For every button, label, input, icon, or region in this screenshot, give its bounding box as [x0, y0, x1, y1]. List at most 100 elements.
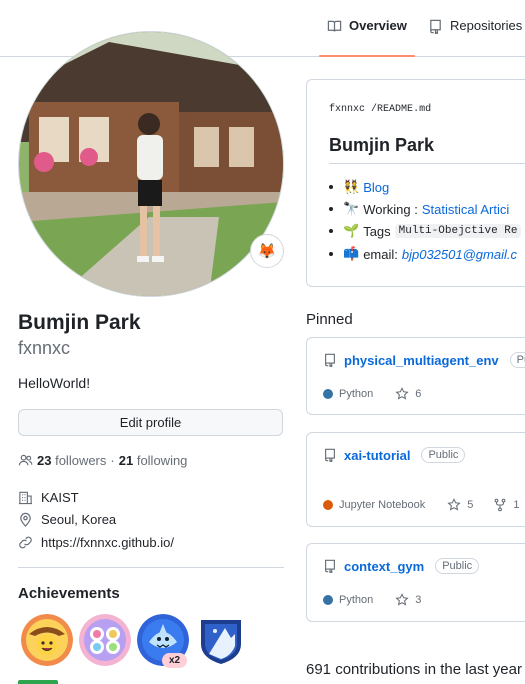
readme-item-working: 🔭 Working : Statistical Artici	[329, 201, 509, 217]
repo-name-row: physical_multiagent_env Pub	[323, 352, 525, 368]
profile-bio: HelloWorld!	[18, 375, 91, 391]
location-icon	[20, 512, 31, 527]
following-link[interactable]: 21 following	[119, 453, 188, 468]
repo-icon	[430, 19, 441, 34]
divider	[18, 567, 284, 568]
achievements-title: Achievements	[18, 585, 120, 602]
pinned-repo-card: xai-tutorial Public Jupyter Notebook 5 1	[306, 432, 525, 527]
organization-name: KAIST	[41, 490, 79, 505]
repo-stars[interactable]: 6	[415, 388, 421, 400]
book-icon	[327, 20, 342, 32]
profile-full-name: Bumjin Park	[18, 311, 141, 334]
readme-path-ext: .md	[413, 104, 432, 115]
language-color-dot	[323, 500, 333, 510]
email-link[interactable]: bjp032501@gmail.c	[402, 247, 517, 262]
star-icon	[447, 498, 461, 511]
followers-link[interactable]: 23 followers	[37, 453, 106, 468]
repo-meta: Python 6	[323, 387, 421, 401]
repo-icon	[325, 559, 335, 573]
telescope-icon: 🔭	[343, 201, 360, 216]
cowboy-badge-icon	[21, 614, 73, 666]
follow-separator: ·	[110, 453, 115, 468]
readme-item-blog: 👯 Blog	[329, 179, 389, 195]
readme-path[interactable]: fxnnxc /README.md	[329, 104, 431, 115]
repo-icon	[325, 353, 335, 367]
bullet	[329, 185, 333, 189]
arctic-vault-icon	[201, 620, 241, 664]
pinned-title: Pinned	[306, 311, 353, 328]
visibility-badge: Public	[421, 447, 466, 463]
readme-card: fxnnxc /README.md Bumjin Park 👯 Blog 🔭 W…	[306, 79, 525, 287]
star-icon	[395, 593, 409, 606]
avatar[interactable]	[18, 31, 284, 297]
tags-code: Multi-Obejctive Re	[394, 224, 522, 238]
bottom-indicator	[18, 680, 58, 684]
repo-name-link[interactable]: physical_multiagent_env	[344, 353, 499, 368]
link-icon	[19, 536, 32, 549]
location-row: Seoul, Korea	[18, 512, 116, 527]
tab-repositories[interactable]: Repositories	[428, 18, 522, 56]
people-icon	[18, 454, 33, 466]
repo-stars[interactable]: 3	[415, 594, 421, 606]
tab-overview[interactable]: Overview	[319, 18, 415, 57]
repo-meta: Jupyter Notebook 5 1	[323, 498, 519, 512]
organization-icon	[18, 491, 33, 505]
readme-path-file: README	[377, 104, 414, 115]
repo-icon	[325, 448, 335, 462]
readme-path-user: fxnnxc	[329, 104, 366, 115]
organization-row: KAIST	[18, 490, 79, 505]
yolo-badge[interactable]	[79, 614, 131, 666]
fox-icon: 🦊	[257, 243, 277, 260]
arctic-badge[interactable]	[195, 614, 247, 666]
following-label: following	[136, 453, 188, 468]
working-prefix: Working :	[363, 201, 418, 217]
website-link[interactable]: https://fxnnxc.github.io/	[41, 535, 174, 550]
visibility-badge: Public	[435, 558, 480, 574]
repo-name-row: context_gym Public	[323, 558, 480, 574]
tags-prefix: Tags	[363, 223, 391, 239]
email-prefix: email:	[363, 246, 398, 262]
language-color-dot	[323, 389, 333, 399]
pinned-repo-card: context_gym Public Python 3	[306, 543, 525, 622]
location-text: Seoul, Korea	[41, 512, 117, 527]
repo-language: Python	[339, 388, 374, 400]
repo-language: Python	[339, 594, 374, 606]
shark-multiplier-badge: x2	[162, 653, 188, 668]
bullet	[329, 207, 333, 211]
readme-item-tags: 🌱 Tags Multi-Obejctive Re	[329, 223, 522, 239]
followers-count: 23	[37, 453, 52, 468]
avatar-container: 🦊	[18, 31, 284, 297]
cowboy-badge[interactable]	[21, 614, 73, 666]
readme-divider	[329, 163, 525, 164]
dancers-icon: 👯	[343, 179, 360, 194]
repo-name-row: xai-tutorial Public	[323, 447, 466, 463]
repo-name-link[interactable]: xai-tutorial	[344, 448, 410, 463]
followers-label: followers	[55, 453, 107, 468]
edit-profile-button[interactable]: Edit profile	[18, 409, 283, 436]
website-row: https://fxnnxc.github.io/	[18, 535, 174, 550]
avatar-photo	[19, 32, 283, 296]
visibility-badge: Pub	[509, 352, 525, 368]
fork-icon	[494, 498, 506, 512]
seedling-icon: 🌱	[343, 223, 360, 238]
repo-name-link[interactable]: context_gym	[344, 559, 424, 574]
pinned-repo-card: physical_multiagent_env Pub Python 6	[306, 337, 525, 415]
tab-repositories-label: Repositories	[450, 18, 523, 33]
mailbox-icon: 📫	[343, 246, 360, 261]
tab-overview-label: Overview	[349, 18, 407, 33]
status-emoji-button[interactable]: 🦊	[250, 234, 284, 268]
bullet	[329, 252, 333, 256]
bullet	[329, 229, 333, 233]
following-count: 21	[118, 453, 134, 468]
readme-title: Bumjin Park	[329, 135, 435, 155]
star-icon	[395, 387, 409, 400]
repo-language: Jupyter Notebook	[339, 499, 426, 511]
working-link[interactable]: Statistical Artici	[422, 202, 509, 217]
profile-username: fxnnxc	[18, 338, 71, 358]
yolo-badge-icon	[79, 614, 131, 666]
repo-forks[interactable]: 1	[513, 499, 519, 511]
blog-link[interactable]: Blog	[363, 180, 389, 195]
repo-stars[interactable]: 5	[467, 499, 473, 511]
language-color-dot	[323, 595, 333, 605]
repo-meta: Python 3	[323, 593, 421, 607]
